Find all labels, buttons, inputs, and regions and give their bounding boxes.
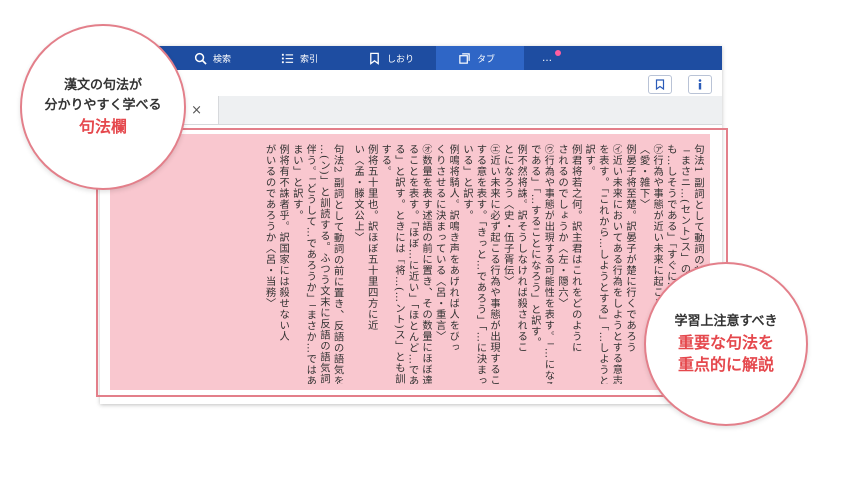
text-column: い〈孟・滕文公上〉: [352, 144, 365, 243]
text-column: まい」と訳す。: [290, 144, 303, 221]
text-column: くりさせるに決まっている〈呂・重言〉: [433, 144, 446, 342]
toolbar-tabs-button[interactable]: タブ: [436, 46, 524, 70]
text-column: ることを表す。「ほぼ…に近い」「ほとんど…であ: [406, 144, 419, 384]
list-icon: [281, 53, 294, 63]
text-column: されるのでしょうか〈左・隠六〉: [556, 144, 569, 309]
toolbar-bookmark-label: しおり: [387, 54, 415, 65]
close-icon[interactable]: ×: [191, 103, 202, 118]
more-icon: …: [542, 52, 552, 64]
callout-important-grammar: 学習上注意すべき 重要な句法を 重点的に解説: [644, 262, 808, 426]
text-column: 伴う。「どうして…であろうか」「まさか…ではある: [304, 144, 317, 384]
text-column: いる」と訳す。: [460, 144, 473, 221]
toolbar-index-button[interactable]: 索引: [281, 46, 341, 70]
text-column: ㋑近い未来においてある行為をしようとする意志や意欲: [610, 144, 623, 384]
tabs-icon: [459, 52, 470, 64]
text-column: 例不然将誅。訳そうしなければ殺されるこ: [515, 144, 528, 353]
callout-right-line1: 学習上注意すべき: [674, 314, 778, 329]
text-column: する意を表す。「きっと…であろう」「…に決まって: [474, 144, 487, 384]
text-column: する。: [379, 144, 392, 177]
text-column: 例君将若之何。訳主君はこれをどのように: [569, 144, 582, 353]
callout-left-line2: 分かりやすく学べる: [44, 98, 162, 113]
text-column: 例将有不誅者乎。訳国家には殺せない人: [277, 144, 290, 342]
vertical-text-columns: 句法1 副詞として動詞の前に置き、基本 「まさニ…(セント)ス」の形で再読す も…し…: [262, 144, 704, 384]
text-column: を表す。「これから…しようとする」「…しようとする」と: [596, 144, 609, 384]
toolbar-index-label: 索引: [300, 54, 319, 65]
text-column: ㋒行為や事態が出現する可能性を表す。「…になるはず: [542, 144, 555, 384]
toolbar-search-button[interactable]: 検索: [194, 46, 254, 70]
text-column: 例将五十里也。訳ほぼ五十里四方に近: [365, 144, 378, 331]
callout-left-line1: 漢文の句法が: [63, 78, 142, 93]
search-icon: [194, 52, 207, 65]
text-column: である」「…することになろう」と訳す。: [528, 144, 541, 348]
text-column: る」と訳す。ときには「将…(…ント)ス」とも訓読: [392, 144, 405, 384]
text-column: 例晏子将至楚。訳晏子が楚に行くであろう: [624, 144, 637, 353]
toolbar-search-label: 検索: [213, 54, 232, 65]
more-button[interactable]: …: [542, 46, 562, 70]
text-column: ㋔数量を表す述語の前に置き、その数量にほぼ達してい: [420, 144, 433, 384]
bookmark-icon: [370, 52, 379, 65]
text-column: 例鳴将騎人。訳鳴き声をあげれば人をびっ: [447, 144, 460, 353]
info-icon: [698, 79, 702, 90]
header-bar: [100, 70, 722, 96]
text-column: とになろう〈史・伍子胥伝〉: [501, 144, 514, 287]
text-column: ㋓近い未来に必ず起こる行為や事態が出現することを強調: [488, 144, 501, 384]
text-column: 句法2 副詞として動詞の前に置き、反語の語気を強調する。「: [331, 144, 344, 384]
callout-left-highlight: 句法欄: [78, 117, 127, 136]
toolbar: 検索 索引 しおり タブ …: [100, 46, 722, 70]
text-column: がいるのであろうか〈呂・当務〉: [263, 144, 276, 309]
text-column: 訳す。: [583, 144, 596, 177]
toolbar-tabs-label: タブ: [477, 54, 496, 65]
tab-bar: ×: [100, 96, 722, 125]
toolbar-bookmark-button[interactable]: しおり: [368, 46, 428, 70]
text-column: …(ン)」と訓読する。ふつう文末に反語の語気詞「乎」を: [317, 144, 330, 384]
content-page: 句法1 副詞として動詞の前に置き、基本 「まさニ…(セント)ス」の形で再読す も…し…: [110, 134, 710, 390]
bookmark-outline-icon: [655, 79, 665, 90]
callout-grammar-column: 漢文の句法が 分かりやすく学べる 句法欄: [20, 24, 186, 190]
bookmark-add-button[interactable]: [648, 75, 672, 94]
notification-badge: [555, 50, 561, 56]
callout-right-line3: 重点的に解説: [677, 355, 774, 374]
text-column: [344, 144, 351, 384]
info-button[interactable]: [688, 75, 712, 94]
callout-right-line2: 重要な句法を: [677, 333, 774, 352]
